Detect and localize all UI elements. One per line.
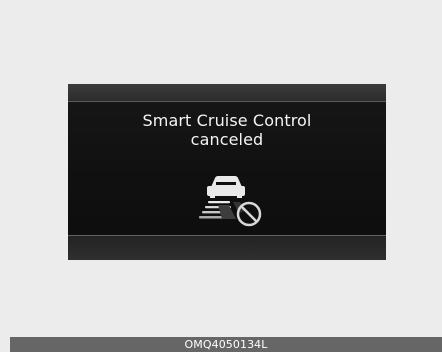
message-line-2: canceled <box>190 130 264 149</box>
smart-cruise-canceled-icon <box>194 171 276 229</box>
cruise-status-message: Smart Cruise Control canceled <box>68 111 386 149</box>
display-top-band <box>68 84 386 101</box>
message-line-1: Smart Cruise Control <box>142 111 312 130</box>
display-top-separator <box>68 101 386 102</box>
footer-bar: OMQ4050134L <box>10 337 442 352</box>
display-bottom-band <box>68 236 386 260</box>
page-frame: Smart Cruise Control canceled OMQ4050134… <box>0 0 442 352</box>
lane-shape-icon <box>218 202 245 219</box>
instrument-cluster-display: Smart Cruise Control canceled <box>68 84 386 260</box>
image-code-label: OMQ4050134L <box>184 338 268 351</box>
cancel-icon <box>236 201 262 227</box>
car-icon <box>207 176 245 198</box>
